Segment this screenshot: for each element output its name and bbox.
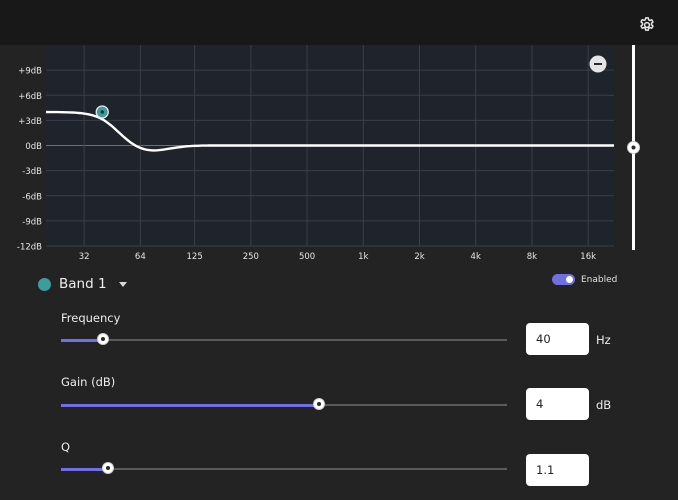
x-tick-label: 4k [471, 252, 481, 260]
enabled-label: Enabled [581, 274, 618, 285]
y-tick-label: -12dB [17, 243, 42, 253]
x-tick-label: 32 [79, 252, 90, 260]
gain-unit: dB [596, 398, 612, 412]
top-bar [0, 0, 678, 45]
band-marker-center [100, 110, 104, 114]
gain-input[interactable] [526, 388, 589, 420]
x-tick-label: 500 [299, 252, 315, 260]
q-slider-fill [61, 467, 109, 471]
band-selector[interactable]: Band 1 [38, 274, 127, 294]
frequency-unit: Hz [596, 333, 611, 347]
y-tick-label: -3dB [22, 167, 42, 177]
gear-icon[interactable] [638, 16, 656, 34]
eq-graph[interactable]: +9dB +6dB +3dB 0dB -3dB -6dB -9dB -12dB 32 64 125 2… [0, 45, 626, 260]
enabled-toggle-group: Enabled [552, 274, 617, 285]
frequency-slider[interactable] [61, 333, 507, 345]
gain-label: Gain (dB) [61, 375, 116, 389]
toggle-knob [566, 276, 573, 283]
gain-slider-thumb[interactable] [312, 398, 325, 410]
q-label: Q [61, 440, 71, 454]
band-color-dot [38, 277, 51, 291]
q-slider[interactable] [61, 462, 507, 474]
output-gain-slider-svg[interactable] [620, 45, 648, 260]
y-tick-label: +3dB [18, 117, 42, 127]
frequency-slider-thumb[interactable] [96, 333, 109, 345]
eq-graph-canvas[interactable]: +9dB +6dB +3dB 0dB -3dB -6dB -9dB -12dB 32 64 125 2… [0, 45, 626, 260]
enabled-toggle[interactable] [552, 274, 575, 285]
q-input[interactable] [526, 454, 589, 486]
minus-glyph [594, 63, 602, 65]
x-tick-label: 8k [527, 252, 537, 260]
frequency-input[interactable] [526, 323, 589, 355]
x-tick-label: 16k [580, 252, 596, 260]
frequency-label: Frequency [61, 311, 121, 325]
x-tick-label: 64 [135, 252, 146, 260]
chevron-down-icon [118, 281, 127, 287]
y-tick-label: 0dB [25, 142, 42, 152]
band-label: Band 1 [59, 276, 107, 292]
y-tick-label: -9dB [22, 217, 42, 227]
x-tick-label: 1k [358, 252, 368, 260]
gain-slider-fill [61, 403, 319, 407]
output-gain-thumb-dot [631, 145, 636, 150]
gain-slider[interactable] [61, 398, 507, 410]
output-gain-slider[interactable] [620, 45, 648, 260]
x-tick-label: 250 [243, 252, 259, 260]
y-tick-label: -6dB [22, 192, 42, 202]
q-slider-thumb[interactable] [102, 462, 115, 474]
x-tick-label: 125 [187, 252, 203, 260]
x-tick-label: 2k [414, 252, 424, 260]
y-tick-label: +6dB [18, 92, 42, 102]
y-tick-label: +9dB [18, 67, 42, 77]
